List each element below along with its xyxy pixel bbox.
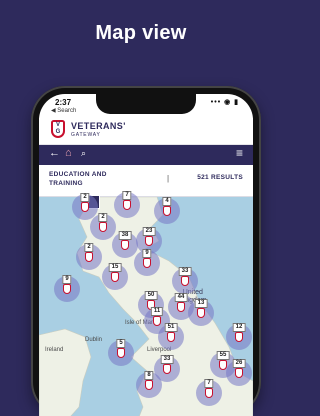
map-cluster[interactable]: 4 — [154, 197, 180, 224]
shield-marker-icon — [163, 364, 171, 374]
veterans-gateway-logo[interactable]: VG — [51, 120, 65, 138]
brand-header: VG VETERANS' GATEWAY — [39, 118, 253, 145]
page-title: Map view — [95, 22, 187, 44]
map-cluster[interactable]: 5 — [108, 339, 134, 366]
cluster-count-label: 55 — [216, 351, 230, 360]
shield-marker-icon — [99, 222, 107, 232]
shield-marker-icon — [81, 202, 89, 212]
status-icons: ••• ◉ ▮ — [210, 99, 239, 106]
shield-marker-icon — [235, 332, 243, 342]
phone-notch — [96, 94, 196, 114]
cluster-count-label: 15 — [108, 263, 122, 272]
cluster-count-label: 11 — [150, 307, 164, 316]
map-cluster[interactable]: 8 — [136, 371, 162, 398]
map-cluster[interactable]: 2 — [90, 213, 116, 240]
shield-marker-icon — [235, 368, 243, 378]
cluster-count-label: 8 — [144, 371, 154, 380]
shield-marker-icon — [153, 316, 161, 326]
shield-marker-icon — [177, 302, 185, 312]
cluster-count-label: 9 — [142, 249, 152, 258]
hamburger-menu-icon[interactable]: ≡ — [236, 146, 243, 160]
brand-subtitle: GATEWAY — [71, 132, 101, 138]
map-label-ireland: Ireland — [45, 347, 64, 353]
phone-screen: 2:37 ◀ Search ••• ◉ ▮ VG VETERANS' GATEW… — [39, 94, 253, 416]
shield-marker-icon — [121, 240, 129, 250]
shield-marker-icon — [123, 200, 131, 210]
shield-marker-icon — [63, 284, 71, 294]
shield-marker-icon — [117, 348, 125, 358]
map-cluster[interactable]: 38 — [112, 231, 138, 258]
shield-marker-icon — [145, 236, 153, 246]
shield-marker-icon — [163, 206, 171, 216]
cluster-count-label: 7 — [204, 379, 214, 388]
map-cluster[interactable]: 26 — [226, 359, 252, 386]
category-filter[interactable]: EDUCATION AND TRAINING — [49, 170, 139, 188]
shield-marker-icon — [143, 258, 151, 268]
map-cluster[interactable]: 7 — [114, 191, 140, 218]
map-cluster[interactable]: 2 — [76, 243, 102, 270]
map-cluster[interactable]: 7 — [196, 379, 222, 406]
map-cluster[interactable]: 51 — [158, 323, 184, 350]
home-icon[interactable]: ⌂ — [65, 147, 72, 159]
filter-bar: EDUCATION AND TRAINING | 521 RESULTS — [39, 166, 253, 197]
cluster-count-label: 5 — [116, 339, 126, 348]
filter-separator: | — [167, 174, 170, 183]
cluster-count-label: 23 — [142, 227, 156, 236]
shield-marker-icon — [197, 308, 205, 318]
cluster-count-label: 2 — [80, 193, 90, 202]
cluster-count-label: 33 — [160, 355, 174, 364]
map-cluster[interactable]: 33 — [172, 267, 198, 294]
phone-frame: 2:37 ◀ Search ••• ◉ ▮ VG VETERANS' GATEW… — [31, 86, 261, 416]
shield-marker-icon — [145, 380, 153, 390]
cluster-count-label: 13 — [194, 299, 208, 308]
shield-marker-icon — [85, 252, 93, 262]
map-area[interactable]: United Kingdom Isle of Man Dublin Irelan… — [39, 191, 253, 416]
cluster-count-label: 44 — [174, 293, 188, 302]
shield-marker-icon — [111, 272, 119, 282]
cluster-count-label: 4 — [162, 197, 172, 206]
shield-marker-icon — [205, 388, 213, 398]
shield-marker-icon — [167, 332, 175, 342]
results-count: 521 RESULTS — [197, 174, 243, 181]
back-arrow-icon[interactable]: ← — [49, 147, 60, 159]
map-cluster[interactable]: 9 — [54, 275, 80, 302]
map-cluster[interactable]: 15 — [102, 263, 128, 290]
cluster-count-label: 7 — [122, 191, 132, 200]
cluster-count-label: 38 — [118, 231, 132, 240]
status-time: 2:37 — [55, 98, 72, 107]
cluster-count-label: 50 — [144, 291, 158, 300]
cluster-count-label: 9 — [62, 275, 72, 284]
cluster-count-label: 33 — [178, 267, 192, 276]
shield-marker-icon — [181, 276, 189, 286]
map-label-dublin: Dublin — [85, 337, 103, 343]
cluster-count-label: 2 — [84, 243, 94, 252]
cluster-count-label: 26 — [232, 359, 246, 368]
map-cluster[interactable]: 9 — [134, 249, 160, 276]
status-back-to-app[interactable]: ◀ Search — [51, 107, 76, 114]
cluster-count-label: 2 — [98, 213, 108, 222]
map-cluster[interactable]: 12 — [226, 323, 252, 350]
cluster-count-label: 51 — [164, 323, 178, 332]
map-cluster[interactable]: 13 — [188, 299, 214, 326]
nav-bar: ← ⌂ ⌕ ≡ — [39, 145, 253, 165]
cluster-count-label: 12 — [232, 323, 246, 332]
search-icon[interactable]: ⌕ — [81, 148, 86, 159]
brand-name: VETERANS' — [71, 121, 126, 131]
